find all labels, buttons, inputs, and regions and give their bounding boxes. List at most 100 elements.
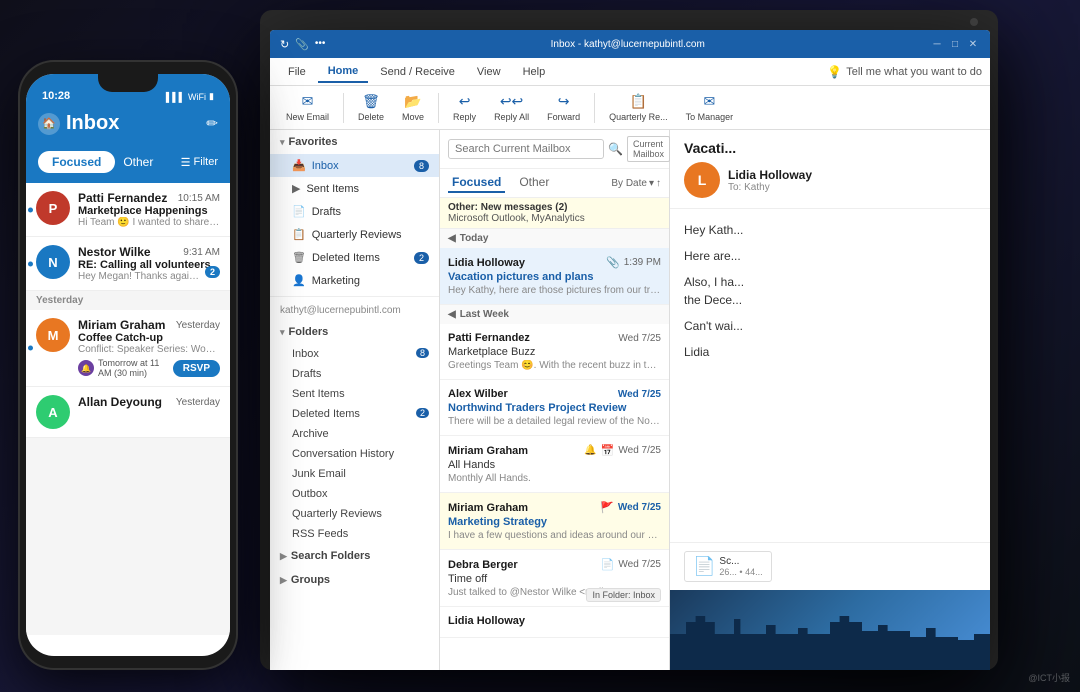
sidebar-item-inbox[interactable]: 📥 Inbox 8	[270, 154, 439, 177]
reading-pane-header: Vacati... L Lidia Holloway To: Kathy	[670, 130, 990, 209]
phone-edit-icon[interactable]: ✏	[206, 115, 218, 132]
folder-junk[interactable]: Junk Email	[270, 464, 439, 484]
reading-title-text: Vacati...	[684, 140, 736, 156]
folder-drafts[interactable]: Drafts	[270, 364, 439, 384]
favorites-label: Favorites	[289, 136, 338, 148]
folder-quarterly-reviews[interactable]: Quarterly Reviews	[270, 504, 439, 524]
reply-label: Reply	[453, 112, 476, 122]
email-sender-miriam-mkt: Miriam Graham	[448, 502, 528, 514]
to-manager-button[interactable]: ✉ To Manager	[678, 90, 742, 125]
tab-group: Focused Other	[448, 173, 553, 193]
sidebar-item-sent[interactable]: ▶ Sent Items	[270, 177, 439, 200]
search-folders-label: Search Folders	[291, 550, 370, 562]
folder-inbox[interactable]: Inbox 8	[270, 344, 439, 364]
search-input[interactable]	[448, 139, 604, 159]
phone-email-item-miriam[interactable]: M Miriam Graham Yesterday Coffee Catch-u…	[26, 310, 230, 387]
tab-other[interactable]: Other	[515, 173, 553, 193]
reply-icon: ↩	[459, 93, 471, 110]
email-sort[interactable]: By Date ▾ ↑	[611, 178, 661, 189]
folder-conversation[interactable]: Conversation History	[270, 444, 439, 464]
tab-help[interactable]: Help	[513, 62, 556, 82]
folder-outbox[interactable]: Outbox	[270, 484, 439, 504]
folder-sent[interactable]: Sent Items	[270, 384, 439, 404]
ribbon-search[interactable]: 💡 Tell me what you want to do	[827, 65, 982, 79]
phone-tab-focused[interactable]: Focused	[38, 151, 115, 173]
other-notice[interactable]: Other: New messages (2) Microsoft Outloo…	[440, 198, 669, 229]
move-button[interactable]: 📂 Move	[394, 90, 432, 125]
sidebar-item-quarterly[interactable]: 📋 Quarterly Reviews	[270, 223, 439, 246]
phone-email-list: P Patti Fernandez 10:15 AM Marketplace H…	[26, 183, 230, 635]
more-icon[interactable]: •••	[315, 38, 326, 51]
phone-email-top-allan: Allan Deyoung Yesterday	[78, 395, 220, 409]
filter-icon: ☰	[181, 156, 191, 169]
forward-button[interactable]: ↪ Forward	[539, 90, 588, 125]
minimize-button[interactable]: ─	[930, 39, 944, 50]
email-time-lidia: 1:39 PM	[624, 257, 661, 268]
delete-button[interactable]: 🗑 Delete	[350, 90, 392, 125]
outlook-sidebar: ▾ Favorites 📥 Inbox 8 ▶ Sent Items 📄 Dra…	[270, 130, 440, 670]
email-item-patti[interactable]: Patti Fernandez Wed 7/25 Marketplace Buz…	[440, 324, 669, 380]
lightbulb-icon: 💡	[827, 65, 842, 79]
paperclip-icon[interactable]: 📎	[295, 38, 309, 51]
tab-send-receive[interactable]: Send / Receive	[370, 62, 465, 82]
email-icons-miriam: 🔔 📅 Wed 7/25	[584, 444, 661, 457]
phone-tab-other[interactable]: Other	[123, 155, 153, 169]
phone-email-item-nestor[interactable]: N Nestor Wilke 9:31 AM RE: Calling all v…	[26, 237, 230, 291]
forward-label: Forward	[547, 112, 580, 122]
window-title: Inbox - kathyt@lucernepubintl.com	[551, 39, 705, 50]
quarterly-review-button[interactable]: 📋 Quarterly Re...	[601, 90, 676, 125]
email-time-miriam-mkt: Wed 7/25	[618, 502, 661, 513]
email-item-miriam-marketing[interactable]: Miriam Graham 🚩 Wed 7/25 Marketing Strat…	[440, 493, 669, 550]
new-email-button[interactable]: ✉ New Email	[278, 90, 337, 125]
reply-all-button[interactable]: ↩↩ Reply All	[486, 90, 537, 125]
phone-rsvp-button[interactable]: RSVP	[173, 360, 220, 377]
phone-inbox-title: 🏠 Inbox	[38, 112, 119, 135]
email-sender-debra: Debra Berger	[448, 559, 518, 571]
refresh-icon[interactable]: ↻	[280, 38, 289, 51]
sidebar-item-marketing[interactable]: 👤 Marketing	[270, 269, 439, 292]
search-icon[interactable]: 🔍	[608, 142, 623, 156]
search-folders-header[interactable]: ▶ Search Folders	[270, 544, 439, 568]
reply-button[interactable]: ↩ Reply	[445, 90, 484, 125]
email-item-alex[interactable]: Alex Wilber Wed 7/25 Northwind Traders P…	[440, 380, 669, 436]
sidebar-item-deleted[interactable]: 🗑 Deleted Items 2	[270, 246, 439, 269]
phone-filter-button[interactable]: ☰ Filter	[181, 156, 218, 169]
email-item-lidia2[interactable]: Lidia Holloway	[440, 607, 669, 638]
sidebar-marketing-label: Marketing	[312, 275, 429, 287]
phone-device: 10:28 ▌▌▌ WiFi ▮ 🏠 Inbox ✏	[18, 60, 238, 670]
folder-rss[interactable]: RSS Feeds	[270, 524, 439, 544]
forward-icon: ↪	[558, 93, 570, 110]
folder-inbox-badge: 8	[416, 348, 429, 358]
sent-icon: ▶	[292, 182, 300, 195]
tab-file[interactable]: File	[278, 62, 316, 82]
phone-avatar-nestor: N	[36, 245, 70, 279]
folder-archive[interactable]: Archive	[270, 424, 439, 444]
email-item-miriam-allhands[interactable]: Miriam Graham 🔔 📅 Wed 7/25 All Hands Mon…	[440, 436, 669, 493]
watermark: @ICT小报	[1028, 671, 1070, 684]
phone-section-yesterday: Yesterday	[26, 291, 230, 310]
folder-deleted[interactable]: Deleted Items 2	[270, 404, 439, 424]
phone-email-item-allan[interactable]: A Allan Deyoung Yesterday	[26, 387, 230, 438]
phone-time: 10:28	[42, 90, 70, 102]
phone-subject-patti: Marketplace Happenings	[78, 205, 220, 217]
email-item-alex-top: Alex Wilber Wed 7/25	[448, 388, 661, 400]
tab-home[interactable]: Home	[318, 61, 369, 83]
delete-label: Delete	[358, 112, 384, 122]
email-item-lidia[interactable]: Lidia Holloway 📎 1:39 PM Vacation pictur…	[440, 248, 669, 305]
mailbox-dropdown[interactable]: Current Mailbox	[627, 136, 670, 162]
phone-inbox-icon: 🏠	[38, 113, 60, 135]
sidebar-item-drafts[interactable]: 📄 Drafts	[270, 200, 439, 223]
attachment-item-1[interactable]: 📄 Sc... 26... • 44...	[684, 551, 772, 582]
email-subject-miriam-mkt: Marketing Strategy	[448, 516, 661, 528]
reading-pane-body: Hey Kath... Here are... Also, I ha...the…	[670, 209, 990, 542]
email-item-debra[interactable]: Debra Berger 📄 Wed 7/25 Time off Just ta…	[440, 550, 669, 607]
close-button[interactable]: ✕	[966, 39, 980, 50]
tab-focused[interactable]: Focused	[448, 173, 505, 193]
maximize-button[interactable]: □	[948, 39, 962, 50]
tab-view[interactable]: View	[467, 62, 511, 82]
move-label: Move	[402, 112, 424, 122]
phone-email-item-patti[interactable]: P Patti Fernandez 10:15 AM Marketplace H…	[26, 183, 230, 237]
reading-pane: Vacati... L Lidia Holloway To: Kathy Hey…	[670, 130, 990, 670]
groups-header[interactable]: ▶ Groups	[270, 568, 439, 592]
account-label: kathyt@lucernepubintl.com	[270, 301, 439, 320]
